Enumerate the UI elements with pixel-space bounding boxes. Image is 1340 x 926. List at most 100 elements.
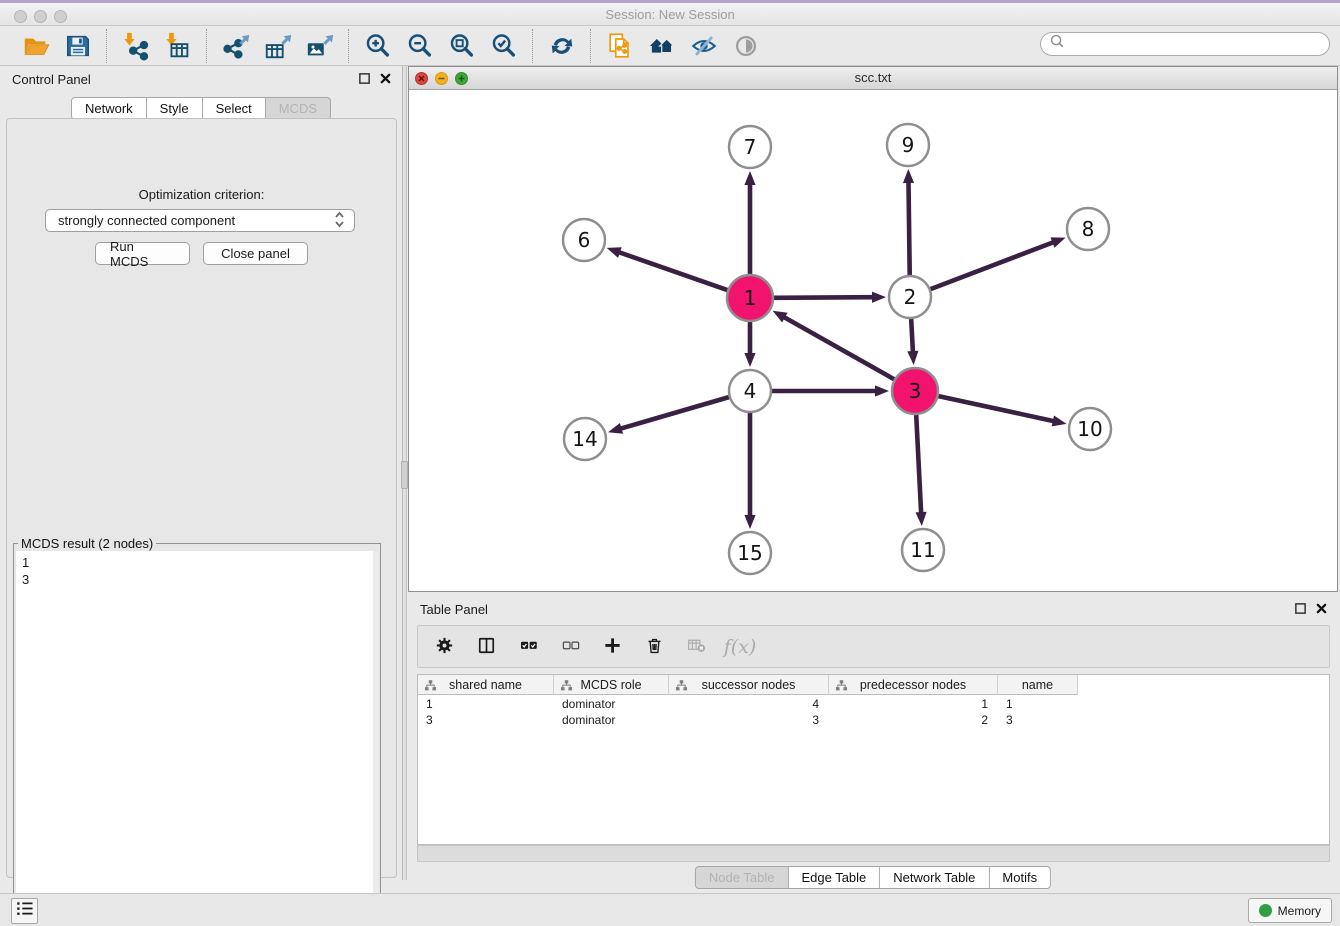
table-panel-divider[interactable] — [417, 845, 1330, 862]
network-window-title: scc.txt — [409, 70, 1337, 85]
status-bar: Memory — [0, 893, 1340, 926]
open-folder-icon[interactable] — [20, 30, 52, 62]
edge-1-2[interactable] — [774, 297, 874, 298]
select-all-icon[interactable] — [516, 633, 544, 661]
edge-arrowhead — [1052, 415, 1067, 426]
home-pair-icon[interactable] — [646, 30, 678, 62]
edge-2-8[interactable] — [931, 242, 1055, 289]
control-panel: Control Panel NetworkStyleSelectMCDS Opt… — [0, 66, 402, 880]
tab-style[interactable]: Style — [147, 97, 203, 120]
attribute-type-icon — [675, 679, 688, 695]
add-column-icon[interactable] — [600, 633, 628, 661]
edge-arrowhead — [744, 171, 755, 185]
table-row[interactable]: 1dominator411 — [418, 696, 1078, 712]
tab-select[interactable]: Select — [203, 97, 266, 120]
search-input[interactable] — [1066, 34, 1329, 54]
tab-mcds[interactable]: MCDS — [266, 97, 331, 120]
table-cell: 2 — [829, 712, 998, 728]
gear-icon[interactable] — [432, 633, 460, 661]
network-window-titlebar[interactable]: scc.txt — [409, 67, 1337, 90]
edge-arrowhead — [875, 385, 889, 396]
zoom-fit-icon[interactable] — [446, 30, 478, 62]
import-table-icon[interactable] — [162, 30, 194, 62]
edge-arrowhead — [907, 351, 918, 365]
edge-arrowhead — [607, 247, 622, 258]
table-header-row: shared nameMCDS rolesuccessor nodesprede… — [418, 675, 1078, 695]
table-cell: 3 — [669, 712, 829, 728]
save-disk-icon[interactable] — [62, 30, 94, 62]
float-panel-icon[interactable] — [358, 72, 371, 90]
mcds-result-text[interactable]: 13 — [16, 551, 378, 903]
edge-1-6[interactable] — [618, 252, 727, 290]
columns-icon[interactable] — [474, 633, 502, 661]
mcds-result-legend: MCDS result (2 nodes) — [18, 536, 156, 551]
export-table-icon[interactable] — [262, 30, 294, 62]
search-box[interactable] — [1040, 32, 1330, 56]
edge-4-14[interactable] — [620, 397, 729, 429]
tab-edge-table[interactable]: Edge Table — [788, 866, 880, 889]
edge-3-10[interactable] — [938, 396, 1054, 421]
tab-network-table[interactable]: Network Table — [880, 866, 989, 889]
control-panel-tabbar: NetworkStyleSelectMCDS — [71, 97, 331, 120]
node-table[interactable]: shared nameMCDS rolesuccessor nodesprede… — [417, 674, 1330, 845]
memory-status-icon — [1259, 904, 1272, 917]
tab-network[interactable]: Network — [71, 97, 147, 120]
export-image-icon[interactable] — [304, 30, 336, 62]
graph-node-label: 8 — [1082, 217, 1095, 241]
refresh-layout-icon[interactable] — [546, 30, 578, 62]
column-header-shared-name[interactable]: shared name — [418, 675, 554, 695]
graph-node-label: 2 — [904, 285, 917, 309]
graph-node-label: 6 — [578, 228, 591, 252]
graph-node-label: 3 — [909, 379, 922, 403]
edge-2-3[interactable] — [911, 319, 913, 353]
zoom-in-icon[interactable] — [362, 30, 394, 62]
dropdown-stepper-icon — [333, 211, 346, 231]
optimization-criterion-label: Optimization criterion: — [7, 187, 396, 202]
export-network-icon[interactable] — [220, 30, 252, 62]
close-panel-icon[interactable] — [379, 72, 392, 90]
edge-2-9[interactable] — [908, 181, 909, 275]
table-cell: 3 — [998, 712, 1078, 728]
tab-motifs[interactable]: Motifs — [989, 866, 1051, 889]
run-mcds-button[interactable]: Run MCDS — [95, 242, 190, 265]
zoom-out-icon[interactable] — [404, 30, 436, 62]
control-panel-header: Control Panel — [0, 66, 402, 92]
network-graph[interactable]: 7968124314101511 — [409, 90, 1337, 591]
delete-icon[interactable] — [642, 633, 670, 661]
attribute-type-icon — [560, 679, 573, 695]
table-panel-header: Table Panel — [408, 596, 1338, 622]
task-history-button[interactable] — [11, 898, 38, 924]
edge-arrowhead — [744, 353, 755, 367]
search-icon — [1049, 33, 1066, 55]
column-header-predecessor-nodes[interactable]: predecessor nodes — [829, 675, 998, 695]
column-header-name[interactable]: name — [998, 675, 1078, 695]
table-toolbar: f(x) — [417, 625, 1330, 668]
optimization-criterion-dropdown[interactable]: strongly connected component — [45, 209, 355, 232]
import-network-icon[interactable] — [120, 30, 152, 62]
table-cell: dominator — [554, 712, 669, 728]
close-panel-button[interactable]: Close panel — [203, 242, 308, 265]
hide-eye-icon[interactable] — [688, 30, 720, 62]
edge-3-1[interactable] — [783, 317, 894, 380]
attribute-type-icon — [835, 679, 848, 695]
deselect-all-icon[interactable] — [558, 633, 586, 661]
vertical-splitter-handle[interactable] — [401, 461, 408, 489]
table-cell: dominator — [554, 696, 669, 712]
mcds-panel: Optimization criterion: strongly connect… — [6, 118, 397, 878]
table-cell: 3 — [418, 712, 554, 728]
edge-arrowhead — [744, 515, 755, 529]
network-canvas[interactable]: 7968124314101511 — [409, 90, 1337, 591]
zoom-selected-icon[interactable] — [488, 30, 520, 62]
column-header-MCDS-role[interactable]: MCDS role — [554, 675, 669, 695]
graph-node-label: 11 — [910, 538, 935, 562]
edge-3-11[interactable] — [916, 415, 921, 514]
copy-network-icon[interactable] — [604, 30, 636, 62]
column-header-successor-nodes[interactable]: successor nodes — [669, 675, 829, 695]
float-table-panel-icon[interactable] — [1294, 602, 1307, 620]
close-table-panel-icon[interactable] — [1315, 602, 1328, 620]
edge-arrowhead — [903, 169, 914, 183]
mcds-result-scrollbar[interactable] — [373, 551, 378, 903]
table-row[interactable]: 3dominator323 — [418, 712, 1078, 728]
tab-node-table[interactable]: Node Table — [695, 866, 789, 889]
memory-button[interactable]: Memory — [1248, 898, 1332, 923]
